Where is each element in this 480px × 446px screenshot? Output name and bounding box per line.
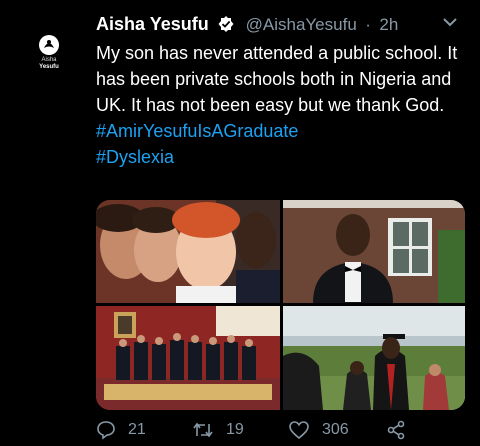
tweet-header: Aisha Yesufu @AishaYesufu · 2h	[96, 14, 398, 34]
tweet-text: My son has never attended a public schoo…	[96, 43, 458, 115]
hashtag-link[interactable]: #Dyslexia	[96, 144, 476, 170]
share-button[interactable]	[386, 420, 418, 440]
verified-badge-icon	[217, 15, 235, 38]
tweet-actions: 21 19 306	[96, 420, 456, 444]
reply-icon	[97, 421, 115, 440]
reply-button[interactable]: 21	[96, 420, 146, 440]
like-count: 306	[322, 421, 349, 438]
logo-icon	[39, 35, 59, 55]
heart-icon	[289, 421, 309, 440]
retweet-button[interactable]: 19	[192, 420, 244, 440]
avatar-line-1: Aisha	[41, 57, 57, 63]
graduation-ceremony-photo[interactable]	[283, 306, 465, 410]
share-icon	[387, 420, 405, 440]
avatar[interactable]: Aisha Yesufu	[20, 28, 78, 86]
time-separator: ·	[365, 15, 371, 34]
like-button[interactable]: 306	[288, 420, 349, 440]
graduate-portrait-photo[interactable]	[283, 200, 465, 303]
avatar-line-2: Yesufu	[39, 64, 59, 70]
media-grid	[96, 200, 465, 410]
author-name[interactable]: Aisha Yesufu	[96, 14, 209, 34]
tweet-body: My son has never attended a public schoo…	[96, 40, 476, 170]
reply-count: 21	[128, 421, 146, 438]
group-selfie-photo[interactable]	[96, 200, 280, 303]
retweet-icon	[193, 422, 213, 438]
retweet-count: 19	[226, 421, 244, 438]
author-handle[interactable]: @AishaYesufu	[246, 15, 357, 34]
chevron-down-icon[interactable]	[442, 16, 458, 28]
tweet-time[interactable]: 2h	[379, 15, 398, 34]
graduation-class-photo[interactable]	[96, 306, 280, 410]
hashtag-link[interactable]: #AmirYesufuIsAGraduate	[96, 118, 476, 144]
